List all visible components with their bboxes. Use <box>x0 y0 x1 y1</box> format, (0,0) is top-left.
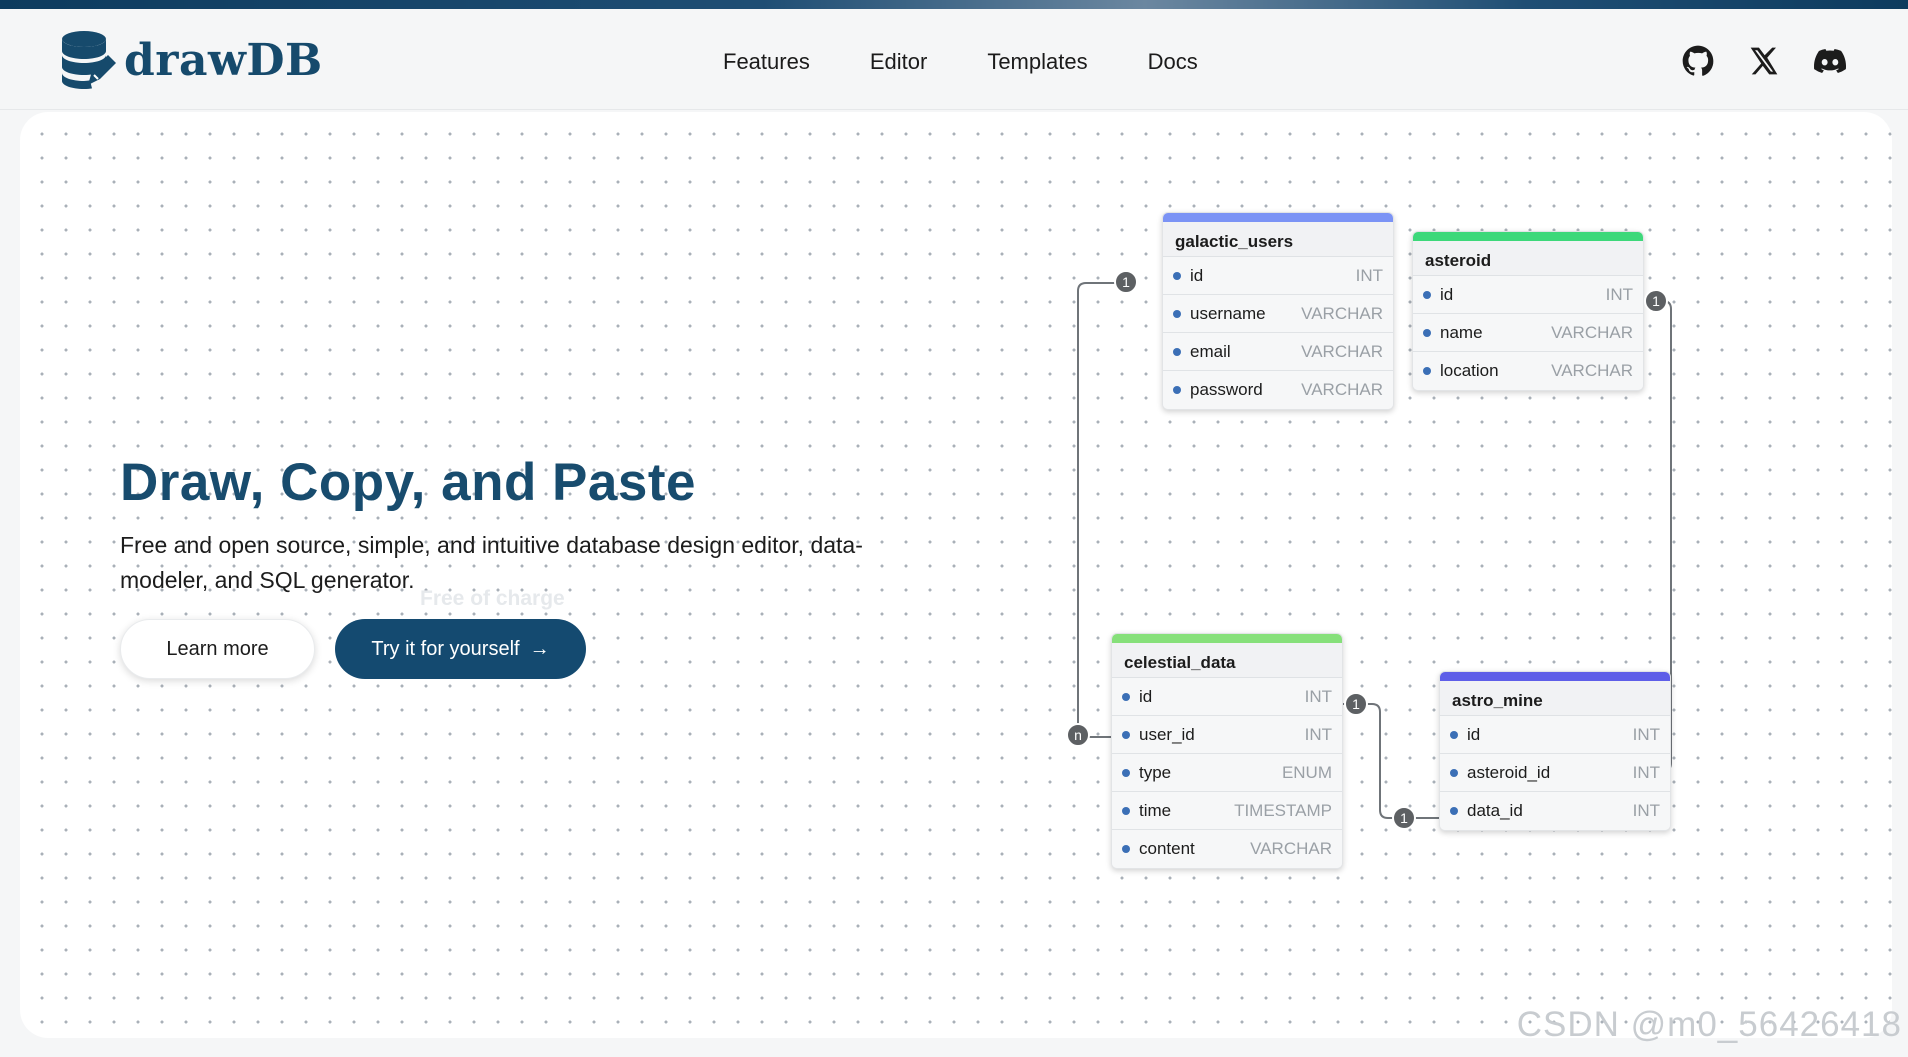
field-dot-icon <box>1122 730 1130 739</box>
field-name: name <box>1440 322 1483 342</box>
table-field[interactable]: id INT <box>1163 257 1393 295</box>
try-it-button[interactable]: Try it for yourself → <box>335 619 586 679</box>
field-type: VARCHAR <box>1301 341 1383 361</box>
field-type: VARCHAR <box>1301 380 1383 399</box>
field-dot-icon <box>1122 692 1130 701</box>
table-field[interactable]: id INT <box>1413 276 1643 314</box>
main-menu: Features Editor Templates Docs <box>723 49 1198 75</box>
field-type: TIMESTAMP <box>1234 800 1332 820</box>
nav-editor[interactable]: Editor <box>870 49 927 75</box>
field-dot-icon <box>1173 386 1181 394</box>
field-dot-icon <box>1423 367 1431 375</box>
table-field[interactable]: data_id INT <box>1440 792 1670 830</box>
field-dot-icon <box>1173 309 1181 318</box>
field-type: INT <box>1632 762 1660 782</box>
field-name: user_id <box>1139 724 1195 744</box>
table-asteroid[interactable]: asteroid id INT name VARCHAR location VARCH… <box>1412 231 1644 391</box>
field-name: asteroid_id <box>1467 762 1551 782</box>
nav-features[interactable]: Features <box>723 49 810 75</box>
field-name: time <box>1139 800 1172 820</box>
field-dot-icon <box>1122 806 1130 815</box>
x-icon[interactable] <box>1748 45 1780 77</box>
watermark: CSDN @m0_56426418 <box>1516 1005 1902 1044</box>
field-name: username <box>1190 303 1266 323</box>
table-header: asteroid <box>1413 232 1643 276</box>
database-logo-icon <box>62 31 116 89</box>
cardinality-badge: 1 <box>1344 692 1368 716</box>
logo-text: drawDB <box>124 34 323 86</box>
table-field[interactable]: content VARCHAR <box>1112 830 1342 868</box>
field-name: id <box>1139 686 1153 706</box>
field-dot-icon <box>1122 845 1130 853</box>
ghost-text: Free of charge <box>420 587 565 610</box>
field-type: ENUM <box>1281 762 1332 782</box>
top-accent-bar <box>0 0 1908 9</box>
field-type: INT <box>1304 724 1332 744</box>
table-celestial-data[interactable]: celestial_data id INT user_id INT type ENUM… <box>1111 633 1343 869</box>
field-type: INT <box>1355 265 1383 285</box>
field-name: id <box>1190 265 1204 285</box>
field-type: VARCHAR <box>1301 303 1383 323</box>
table-astro-mine[interactable]: astro_mine id INT asteroid_id INT data_id I… <box>1439 671 1671 831</box>
navbar: drawDB Features Editor Templates Docs <box>0 9 1908 110</box>
field-type: INT <box>1605 284 1633 304</box>
field-dot-icon <box>1450 807 1458 815</box>
table-field[interactable]: username VARCHAR <box>1163 295 1393 333</box>
discord-icon[interactable] <box>1814 45 1847 77</box>
field-dot-icon <box>1423 328 1431 337</box>
field-type: INT <box>1304 686 1332 706</box>
table-header: astro_mine <box>1440 672 1670 716</box>
field-type: INT <box>1632 801 1660 820</box>
github-icon[interactable] <box>1682 45 1714 77</box>
field-name: email <box>1190 341 1231 361</box>
nav-templates[interactable]: Templates <box>987 49 1087 75</box>
cardinality-badge: n <box>1066 723 1090 747</box>
table-field[interactable]: time TIMESTAMP <box>1112 792 1342 830</box>
table-field[interactable]: type ENUM <box>1112 754 1342 792</box>
table-field[interactable]: id INT <box>1112 678 1342 716</box>
field-dot-icon <box>1450 730 1458 739</box>
arrow-right-icon: → <box>529 637 550 660</box>
field-dot-icon <box>1122 768 1130 777</box>
field-name: data_id <box>1467 801 1523 820</box>
field-dot-icon <box>1450 768 1458 777</box>
table-field[interactable]: user_id INT <box>1112 716 1342 754</box>
field-name: location <box>1440 361 1499 380</box>
table-field[interactable]: location VARCHAR <box>1413 352 1643 390</box>
field-name: id <box>1440 284 1454 304</box>
nav-docs[interactable]: Docs <box>1148 49 1198 75</box>
field-dot-icon <box>1423 290 1431 299</box>
social-links <box>1682 45 1847 77</box>
field-dot-icon <box>1173 271 1181 280</box>
field-type: VARCHAR <box>1551 322 1633 342</box>
table-field[interactable]: email VARCHAR <box>1163 333 1393 371</box>
cardinality-badge: 1 <box>1114 270 1138 294</box>
table-field[interactable]: password VARCHAR <box>1163 371 1393 409</box>
field-type: INT <box>1632 724 1660 744</box>
field-type: VARCHAR <box>1250 839 1332 858</box>
field-dot-icon <box>1173 347 1181 356</box>
learn-more-button[interactable]: Learn more <box>120 619 315 679</box>
hero-title: Draw, Copy, and Paste <box>120 453 696 512</box>
field-name: type <box>1139 762 1172 782</box>
cardinality-badge: 1 <box>1644 289 1668 313</box>
try-it-label: Try it for yourself <box>371 637 520 660</box>
logo[interactable]: drawDB <box>58 29 323 91</box>
table-field[interactable]: name VARCHAR <box>1413 314 1643 352</box>
field-name: password <box>1190 380 1263 399</box>
table-header: galactic_users <box>1163 213 1393 257</box>
cardinality-badge: 1 <box>1392 806 1416 830</box>
table-header: celestial_data <box>1112 634 1342 678</box>
field-name: id <box>1467 724 1481 744</box>
table-field[interactable]: asteroid_id INT <box>1440 754 1670 792</box>
field-name: content <box>1139 839 1195 858</box>
field-type: VARCHAR <box>1551 361 1633 380</box>
table-galactic-users[interactable]: galactic_users id INT username VARCHAR ema… <box>1162 212 1394 410</box>
table-field[interactable]: id INT <box>1440 716 1670 754</box>
